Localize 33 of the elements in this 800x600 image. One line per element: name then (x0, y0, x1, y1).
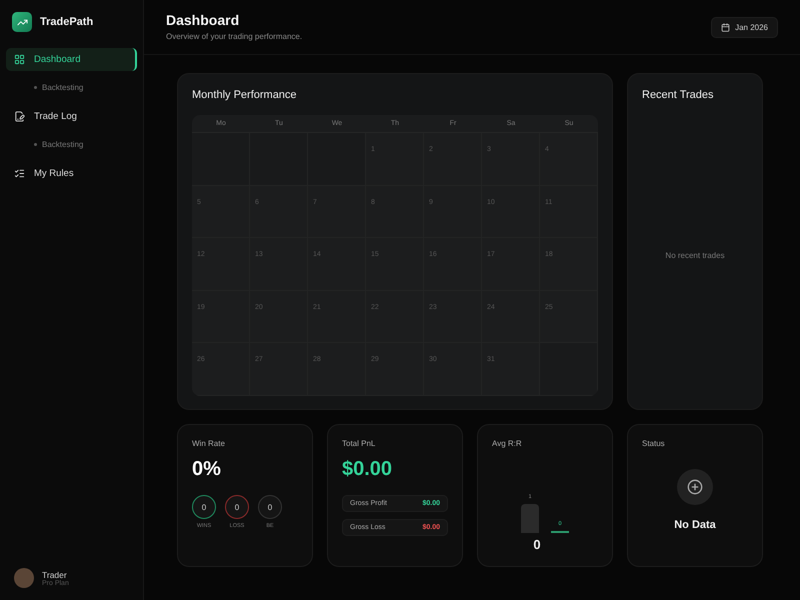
nav-subitem[interactable]: Backtesting (6, 75, 137, 97)
card-title: Recent Trades (642, 89, 715, 101)
page-subtitle: Overview of your trading performance. (166, 32, 302, 41)
nav-subitem[interactable]: Backtesting (6, 132, 137, 154)
brand-name: TradePath (40, 16, 94, 28)
trend-up-icon (12, 12, 32, 32)
count-circle: 0 (192, 495, 216, 519)
note-edit-icon (14, 111, 25, 122)
win-rate-value: 0% (192, 458, 222, 481)
count-circle: 0 (258, 495, 282, 519)
avg-rr-value: 0 (533, 537, 541, 552)
calendar-icon (721, 23, 730, 32)
grid-icon (14, 54, 25, 65)
count-circle: 0 (225, 495, 249, 519)
nav-item[interactable]: Trade Log (6, 105, 137, 128)
card-title: Status (642, 439, 666, 448)
card-title: Avg R:R (492, 439, 523, 448)
card-title: Monthly Performance (192, 89, 298, 101)
card-title: Total PnL (342, 439, 376, 448)
page-title: Dashboard (166, 12, 240, 28)
status-value: No Data (674, 519, 716, 531)
plus-icon (687, 479, 703, 495)
empty-message: No recent trades (665, 251, 725, 260)
card-title: Win Rate (192, 439, 226, 448)
nav-item[interactable]: My Rules (6, 162, 137, 185)
nav-item[interactable]: Dashboard (6, 48, 137, 71)
avatar (14, 568, 34, 588)
add-button[interactable] (677, 469, 713, 505)
checklist-icon (14, 168, 25, 179)
pnl-value: $0.00 (342, 458, 394, 481)
user-name: Trader (42, 570, 67, 580)
date-button[interactable]: Jan 2026 (711, 17, 778, 38)
risk-bar (521, 504, 539, 533)
